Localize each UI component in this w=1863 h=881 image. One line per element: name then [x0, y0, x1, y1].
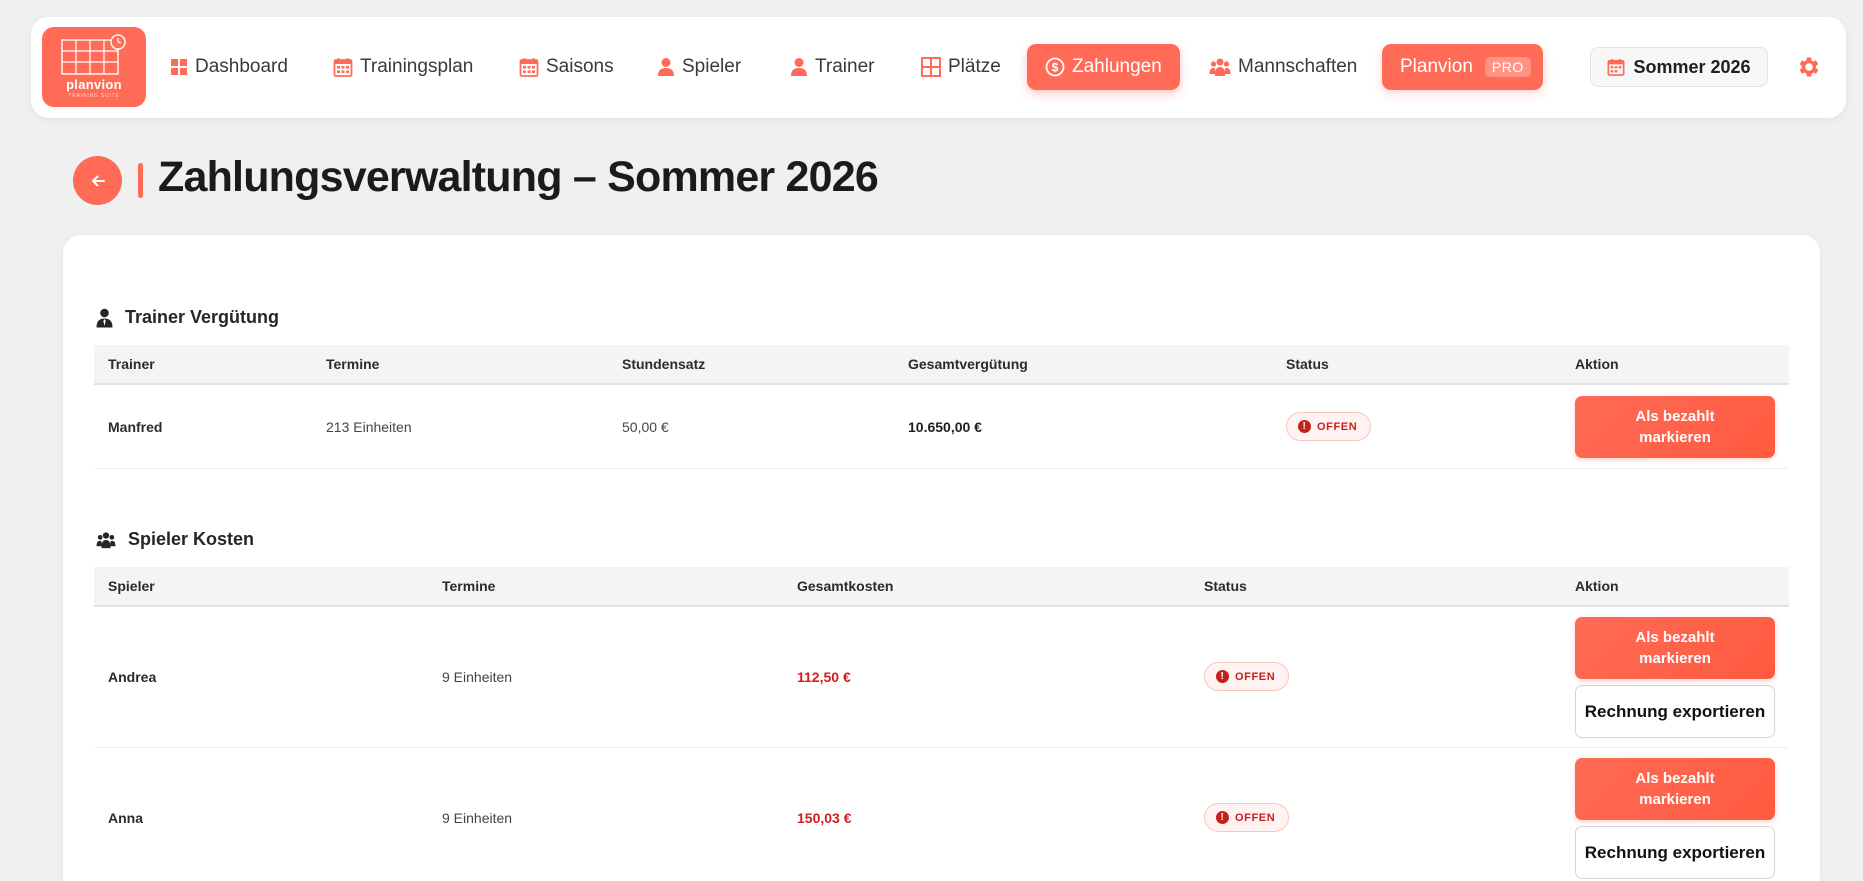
- col-status: Status: [1204, 578, 1247, 594]
- page-title: Zahlungsverwaltung – Sommer 2026: [158, 153, 879, 201]
- back-button[interactable]: [73, 156, 122, 205]
- nav-saisons-label: Saisons: [546, 56, 614, 77]
- trainer-section-label: Trainer Vergütung: [125, 307, 280, 327]
- trainer-table: Trainer Termine Stundensatz Gesamtvergüt…: [94, 345, 1789, 469]
- mark-paid-button[interactable]: Als bezahlt markieren: [1575, 396, 1775, 458]
- col-aktion: Aktion: [1575, 578, 1619, 594]
- export-invoice-button[interactable]: Rechnung exportieren: [1575, 685, 1775, 738]
- table-row: Andrea 9 Einheiten 112,50 € ! OFFEN Als …: [94, 607, 1789, 748]
- logo-name: planvion: [66, 77, 122, 92]
- col-gesamtverguetung: Gesamtvergütung: [908, 356, 1028, 372]
- calendar-icon: [333, 58, 353, 77]
- user-tie-icon: [96, 308, 113, 327]
- nav-trainer-label: Trainer: [815, 56, 875, 77]
- nav-mannschaften[interactable]: Mannschaften: [1203, 44, 1363, 90]
- calendar-icon: [1607, 58, 1625, 76]
- title-accent-bar: [138, 163, 143, 198]
- player-table-header: Spieler Termine Gesamtkosten Status Akti…: [94, 567, 1789, 607]
- planvion-logo[interactable]: planvion TRAINING SUITE: [42, 27, 146, 107]
- nav-mannschaften-label: Mannschaften: [1238, 56, 1358, 77]
- col-trainer: Trainer: [108, 356, 155, 372]
- nav-dashboard-label: Dashboard: [195, 56, 288, 77]
- user-icon: [791, 58, 807, 76]
- group-icon: [1209, 58, 1231, 76]
- player-section-label: Spieler Kosten: [128, 529, 255, 549]
- logo-subtitle: TRAINING SUITE: [68, 93, 120, 99]
- status-badge: ! OFFEN: [1286, 412, 1372, 441]
- nav-plaetze[interactable]: Plätze: [915, 44, 1007, 90]
- status-text: OFFEN: [1235, 811, 1276, 824]
- nav-plaetze-label: Plätze: [948, 56, 1001, 77]
- nav-spieler-label: Spieler: [682, 56, 742, 77]
- nav-zahlungen-label: Zahlungen: [1072, 56, 1162, 77]
- gear-icon[interactable]: [1796, 54, 1822, 80]
- status-text: OFFEN: [1317, 420, 1358, 433]
- nav-trainingsplan[interactable]: Trainingsplan: [327, 44, 479, 90]
- top-navbar: planvion TRAINING SUITE Dashboard Traini…: [31, 17, 1846, 118]
- grid-icon: [921, 57, 941, 77]
- export-invoice-button[interactable]: Rechnung exportieren: [1575, 826, 1775, 879]
- trainer-termine: 213 Einheiten: [326, 419, 412, 435]
- table-row: Manfred 213 Einheiten 50,00 € 10.650,00 …: [94, 385, 1789, 469]
- col-aktion: Aktion: [1575, 356, 1619, 372]
- pro-badge: PRO: [1484, 57, 1531, 77]
- trainer-stundensatz: 50,00 €: [622, 419, 669, 435]
- pro-button-label: Planvion: [1400, 56, 1473, 77]
- player-table: Spieler Termine Gesamtkosten Status Akti…: [94, 567, 1789, 881]
- dashboard-icon: [171, 59, 187, 75]
- payments-card: Trainer Vergütung Trainer Termine Stunde…: [63, 235, 1820, 881]
- status-badge: ! OFFEN: [1204, 803, 1290, 832]
- col-spieler: Spieler: [108, 578, 155, 594]
- season-selector[interactable]: Sommer 2026: [1590, 47, 1768, 87]
- alert-icon: !: [1216, 670, 1229, 683]
- nav-trainer[interactable]: Trainer: [784, 44, 880, 90]
- nav-trainingsplan-label: Trainingsplan: [360, 56, 474, 77]
- table-row: Anna 9 Einheiten 150,03 € ! OFFEN Als be…: [94, 748, 1789, 881]
- col-gesamtkosten: Gesamtkosten: [797, 578, 894, 594]
- col-stundensatz: Stundensatz: [622, 356, 706, 372]
- player-section-title: Spieler Kosten: [96, 529, 254, 550]
- group-icon: [96, 531, 116, 548]
- player-kosten: 150,03 €: [797, 810, 852, 826]
- col-status: Status: [1286, 356, 1329, 372]
- status-text: OFFEN: [1235, 670, 1276, 683]
- col-termine: Termine: [326, 356, 380, 372]
- trainer-name: Manfred: [108, 419, 163, 435]
- player-name: Andrea: [108, 669, 157, 685]
- user-icon: [658, 58, 674, 76]
- trainer-section-title: Trainer Vergütung: [96, 307, 279, 328]
- dollar-circle-icon: $: [1045, 57, 1065, 77]
- arrow-left-icon: [91, 175, 105, 186]
- trainer-table-header: Trainer Termine Stundensatz Gesamtvergüt…: [94, 345, 1789, 385]
- player-termine: 9 Einheiten: [442, 810, 513, 826]
- player-kosten: 112,50 €: [797, 669, 851, 685]
- mark-paid-button[interactable]: Als bezahlt markieren: [1575, 758, 1775, 820]
- status-badge: ! OFFEN: [1204, 662, 1290, 691]
- nav-dashboard[interactable]: Dashboard: [164, 44, 294, 90]
- svg-text:$: $: [1052, 61, 1059, 75]
- player-name: Anna: [108, 810, 143, 826]
- alert-icon: !: [1298, 420, 1311, 433]
- calendar-icon: [519, 58, 539, 77]
- nav-spieler[interactable]: Spieler: [651, 44, 747, 90]
- player-termine: 9 Einheiten: [442, 669, 513, 685]
- nav-zahlungen[interactable]: $ Zahlungen: [1027, 44, 1180, 90]
- alert-icon: !: [1216, 811, 1229, 824]
- nav-saisons[interactable]: Saisons: [513, 44, 620, 90]
- planvion-pro-button[interactable]: Planvion PRO: [1382, 44, 1543, 90]
- trainer-gesamt: 10.650,00 €: [908, 419, 982, 435]
- col-termine: Termine: [442, 578, 496, 594]
- mark-paid-button[interactable]: Als bezahlt markieren: [1575, 617, 1775, 679]
- logo-grid-icon: [61, 34, 126, 75]
- season-label: Sommer 2026: [1633, 56, 1751, 77]
